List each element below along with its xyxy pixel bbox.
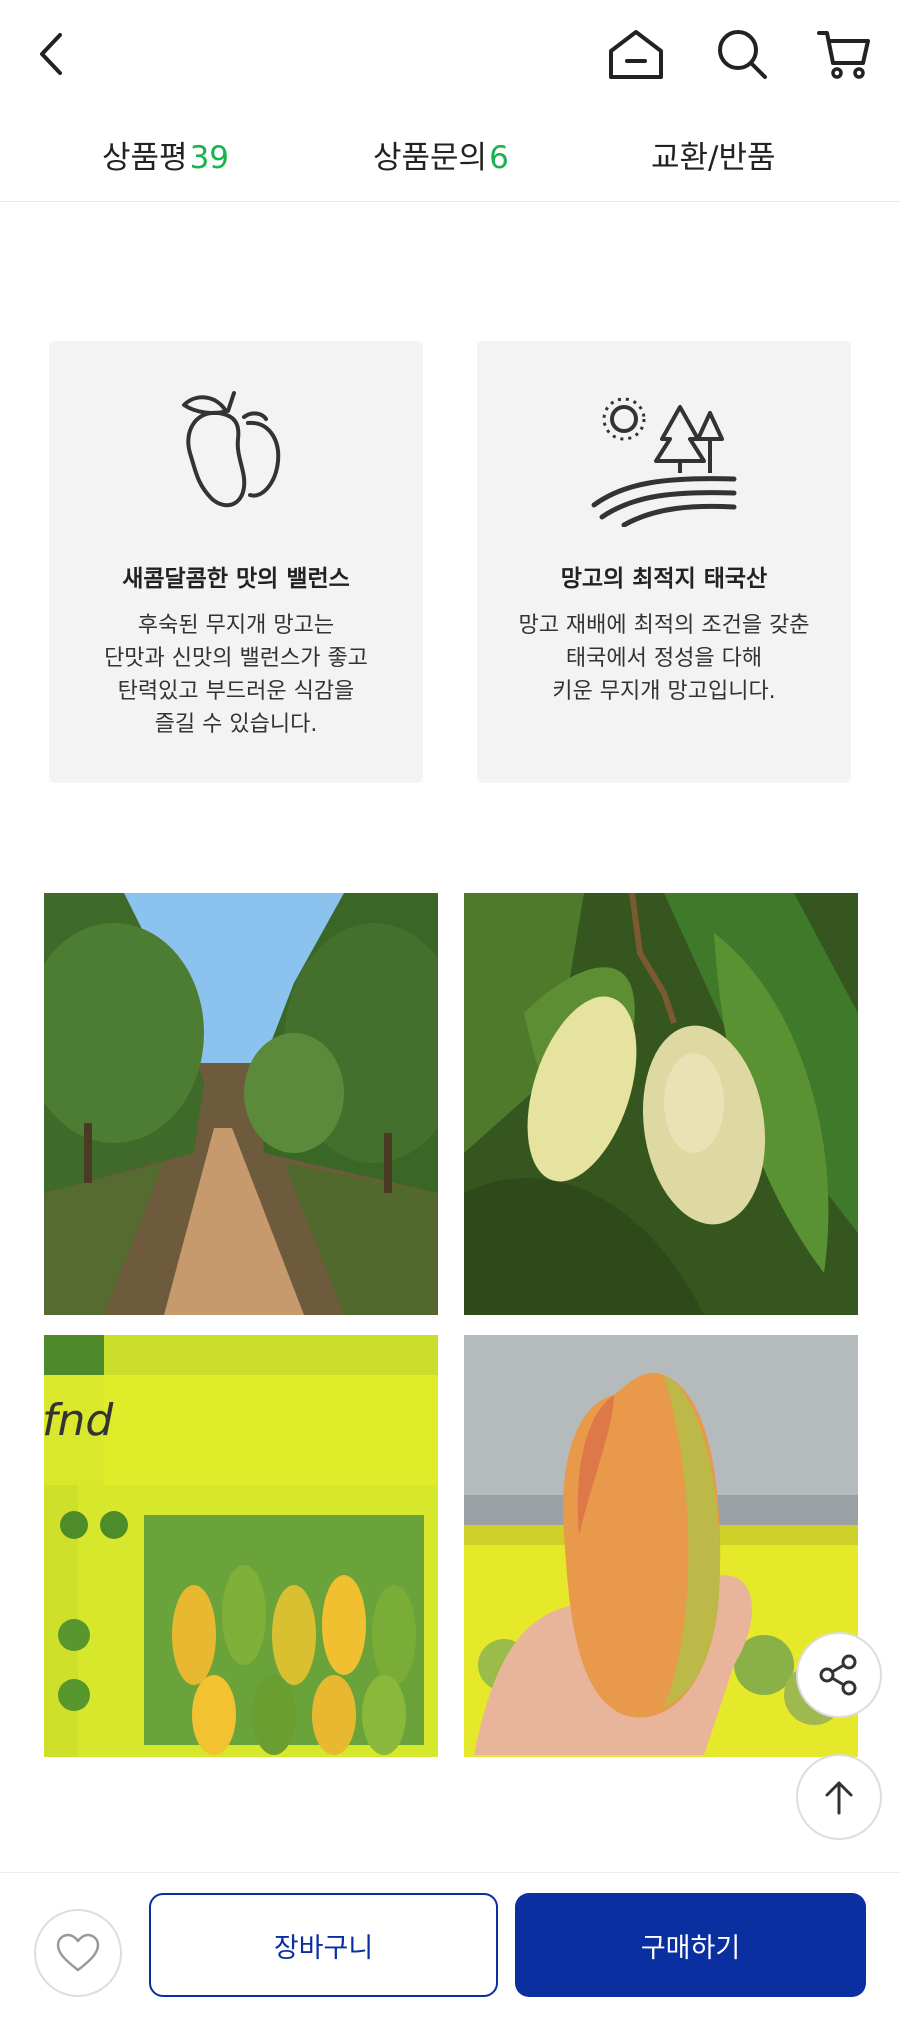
heart-icon [56,1933,100,1972]
cart-icon [817,31,870,79]
home-button[interactable] [604,22,668,86]
tab-qna[interactable]: 상품문의6 [373,132,509,178]
bottom-action-bar: 장바구니 구매하기 [0,1872,900,2017]
mango-crates-photo: fnd [44,1335,438,1757]
tab-reviews[interactable]: 상품평39 [102,132,229,178]
feature-line: 키운 무지개 망고입니다. [552,679,776,704]
feature-description: 후숙된 무지개 망고는 단맛과 신맛의 밸런스가 좋고 탄력있고 부드러운 식감… [67,609,405,741]
feature-title: 망고의 최적지 태국산 [560,566,768,592]
mango-icon [182,391,281,508]
search-icon [718,30,767,79]
feature-line: 망고 재배에 최적의 조건을 갖춘 [518,613,810,638]
buy-now-button[interactable]: 구매하기 [515,1893,866,1997]
feature-description: 망고 재배에 최적의 조건을 갖춘 태국에서 정성을 다해 키운 무지개 망고입… [495,609,833,708]
feature-line: 탄력있고 부드러운 식감을 [117,679,355,704]
tab-qna-label: 상품문의 [373,140,488,176]
add-to-cart-button[interactable]: 장바구니 [149,1893,498,1997]
feature-line: 태국에서 정성을 다해 [565,646,763,671]
arrow-up-icon [825,1781,853,1815]
tab-reviews-label: 상품평 [102,140,188,176]
share-button[interactable] [796,1632,882,1718]
orchard-photo [44,893,438,1315]
back-button[interactable] [20,22,84,86]
tab-reviews-count: 39 [189,140,230,176]
feature-card-taste: 새콤달콤한 맛의 밸런스 후숙된 무지개 망고는 단맛과 신맛의 밸런스가 좋고… [49,341,423,783]
back-icon [40,33,62,75]
mangoes-on-tree-photo [464,893,858,1315]
mango-in-hand-photo [464,1335,858,1757]
feature-title: 새콤달콤한 맛의 밸런스 [122,566,350,592]
top-bar [0,0,900,108]
search-button[interactable] [710,22,774,86]
product-tabs: 상품평39 상품문의6 교환/반품 [0,108,900,202]
tab-exchange-return[interactable]: 교환/반품 [651,132,776,178]
feature-line: 단맛과 신맛의 밸런스가 좋고 [104,646,368,671]
cart-button[interactable] [812,22,876,86]
crate-label: fnd [44,1395,114,1446]
feature-line: 즐길 수 있습니다. [154,712,318,737]
scroll-to-top-button[interactable] [796,1754,882,1840]
home-icon [609,30,663,79]
wishlist-button[interactable] [34,1909,122,1997]
share-icon [819,1654,857,1696]
tab-exchange-label: 교환/반품 [651,140,776,176]
farm-landscape-icon [591,397,737,527]
feature-card-origin: 망고의 최적지 태국산 망고 재배에 최적의 조건을 갖춘 태국에서 정성을 다… [477,341,851,783]
tab-qna-count: 6 [489,140,509,176]
feature-line: 후숙된 무지개 망고는 [137,613,335,638]
